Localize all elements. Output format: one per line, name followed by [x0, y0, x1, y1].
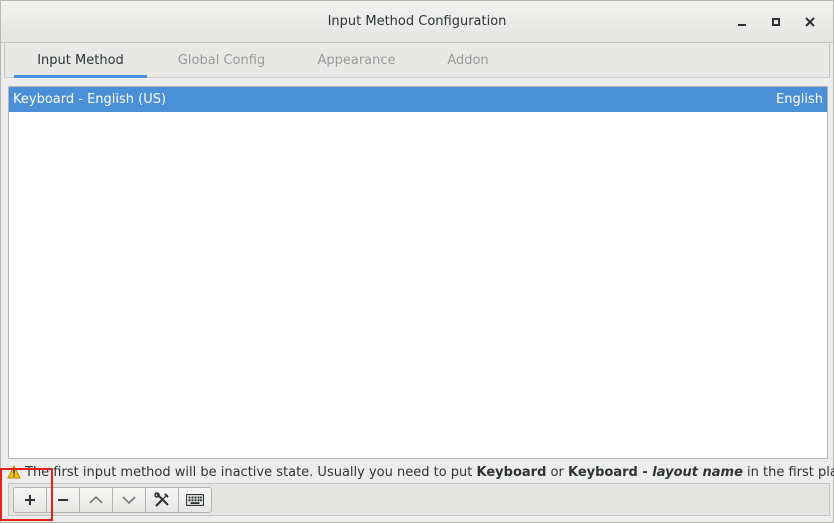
tab-input-method[interactable]: Input Method: [14, 43, 147, 78]
toolbar-button-group: [13, 487, 212, 513]
move-down-button[interactable]: [112, 487, 146, 513]
chevron-down-icon: [122, 496, 136, 505]
minimize-icon: [738, 24, 746, 26]
keyboard-icon: [186, 494, 204, 506]
list-item[interactable]: Keyboard - English (US) English: [9, 87, 827, 112]
hint-bold-keyboard-layout: Keyboard -: [567, 464, 653, 480]
tab-bar: Input Method Global Config Appearance Ad…: [4, 43, 830, 78]
hint-bold-keyboard: Keyboard: [476, 464, 547, 480]
tab-appearance[interactable]: Appearance: [302, 43, 411, 77]
warning-icon: [7, 465, 21, 479]
keyboard-layout-button[interactable]: [178, 487, 212, 513]
move-up-button[interactable]: [79, 487, 113, 513]
list-toolbar: [8, 483, 830, 516]
remove-input-method-button[interactable]: [46, 487, 80, 513]
input-method-config-window: Input Method Configuration Input Method …: [0, 0, 834, 523]
hint-italic-layout-name: layout name: [652, 464, 743, 480]
minimize-button[interactable]: [733, 13, 751, 31]
tab-global-config[interactable]: Global Config: [165, 43, 278, 77]
add-input-method-button[interactable]: [13, 487, 47, 513]
chevron-up-icon: [89, 495, 103, 504]
tools-icon: [154, 492, 169, 507]
minus-icon: [58, 499, 68, 501]
close-icon: [805, 17, 815, 27]
window-title: Input Method Configuration: [327, 14, 507, 29]
plus-icon: [25, 495, 35, 505]
input-method-language: English: [776, 92, 823, 107]
maximize-button[interactable]: [767, 13, 785, 31]
maximize-icon: [772, 18, 780, 26]
configure-input-method-button[interactable]: [145, 487, 179, 513]
hint-message: The first input method will be inactive …: [7, 464, 834, 480]
hint-text-mid: or: [546, 464, 568, 480]
hint-text-after: in the first place.: [747, 464, 834, 480]
title-bar[interactable]: Input Method Configuration: [1, 1, 833, 43]
input-method-list[interactable]: Keyboard - English (US) English: [8, 86, 828, 459]
hint-text-before: The first input method will be inactive …: [25, 464, 477, 480]
input-method-name: Keyboard - English (US): [13, 92, 167, 107]
close-button[interactable]: [801, 13, 819, 31]
tab-addon[interactable]: Addon: [430, 43, 506, 77]
